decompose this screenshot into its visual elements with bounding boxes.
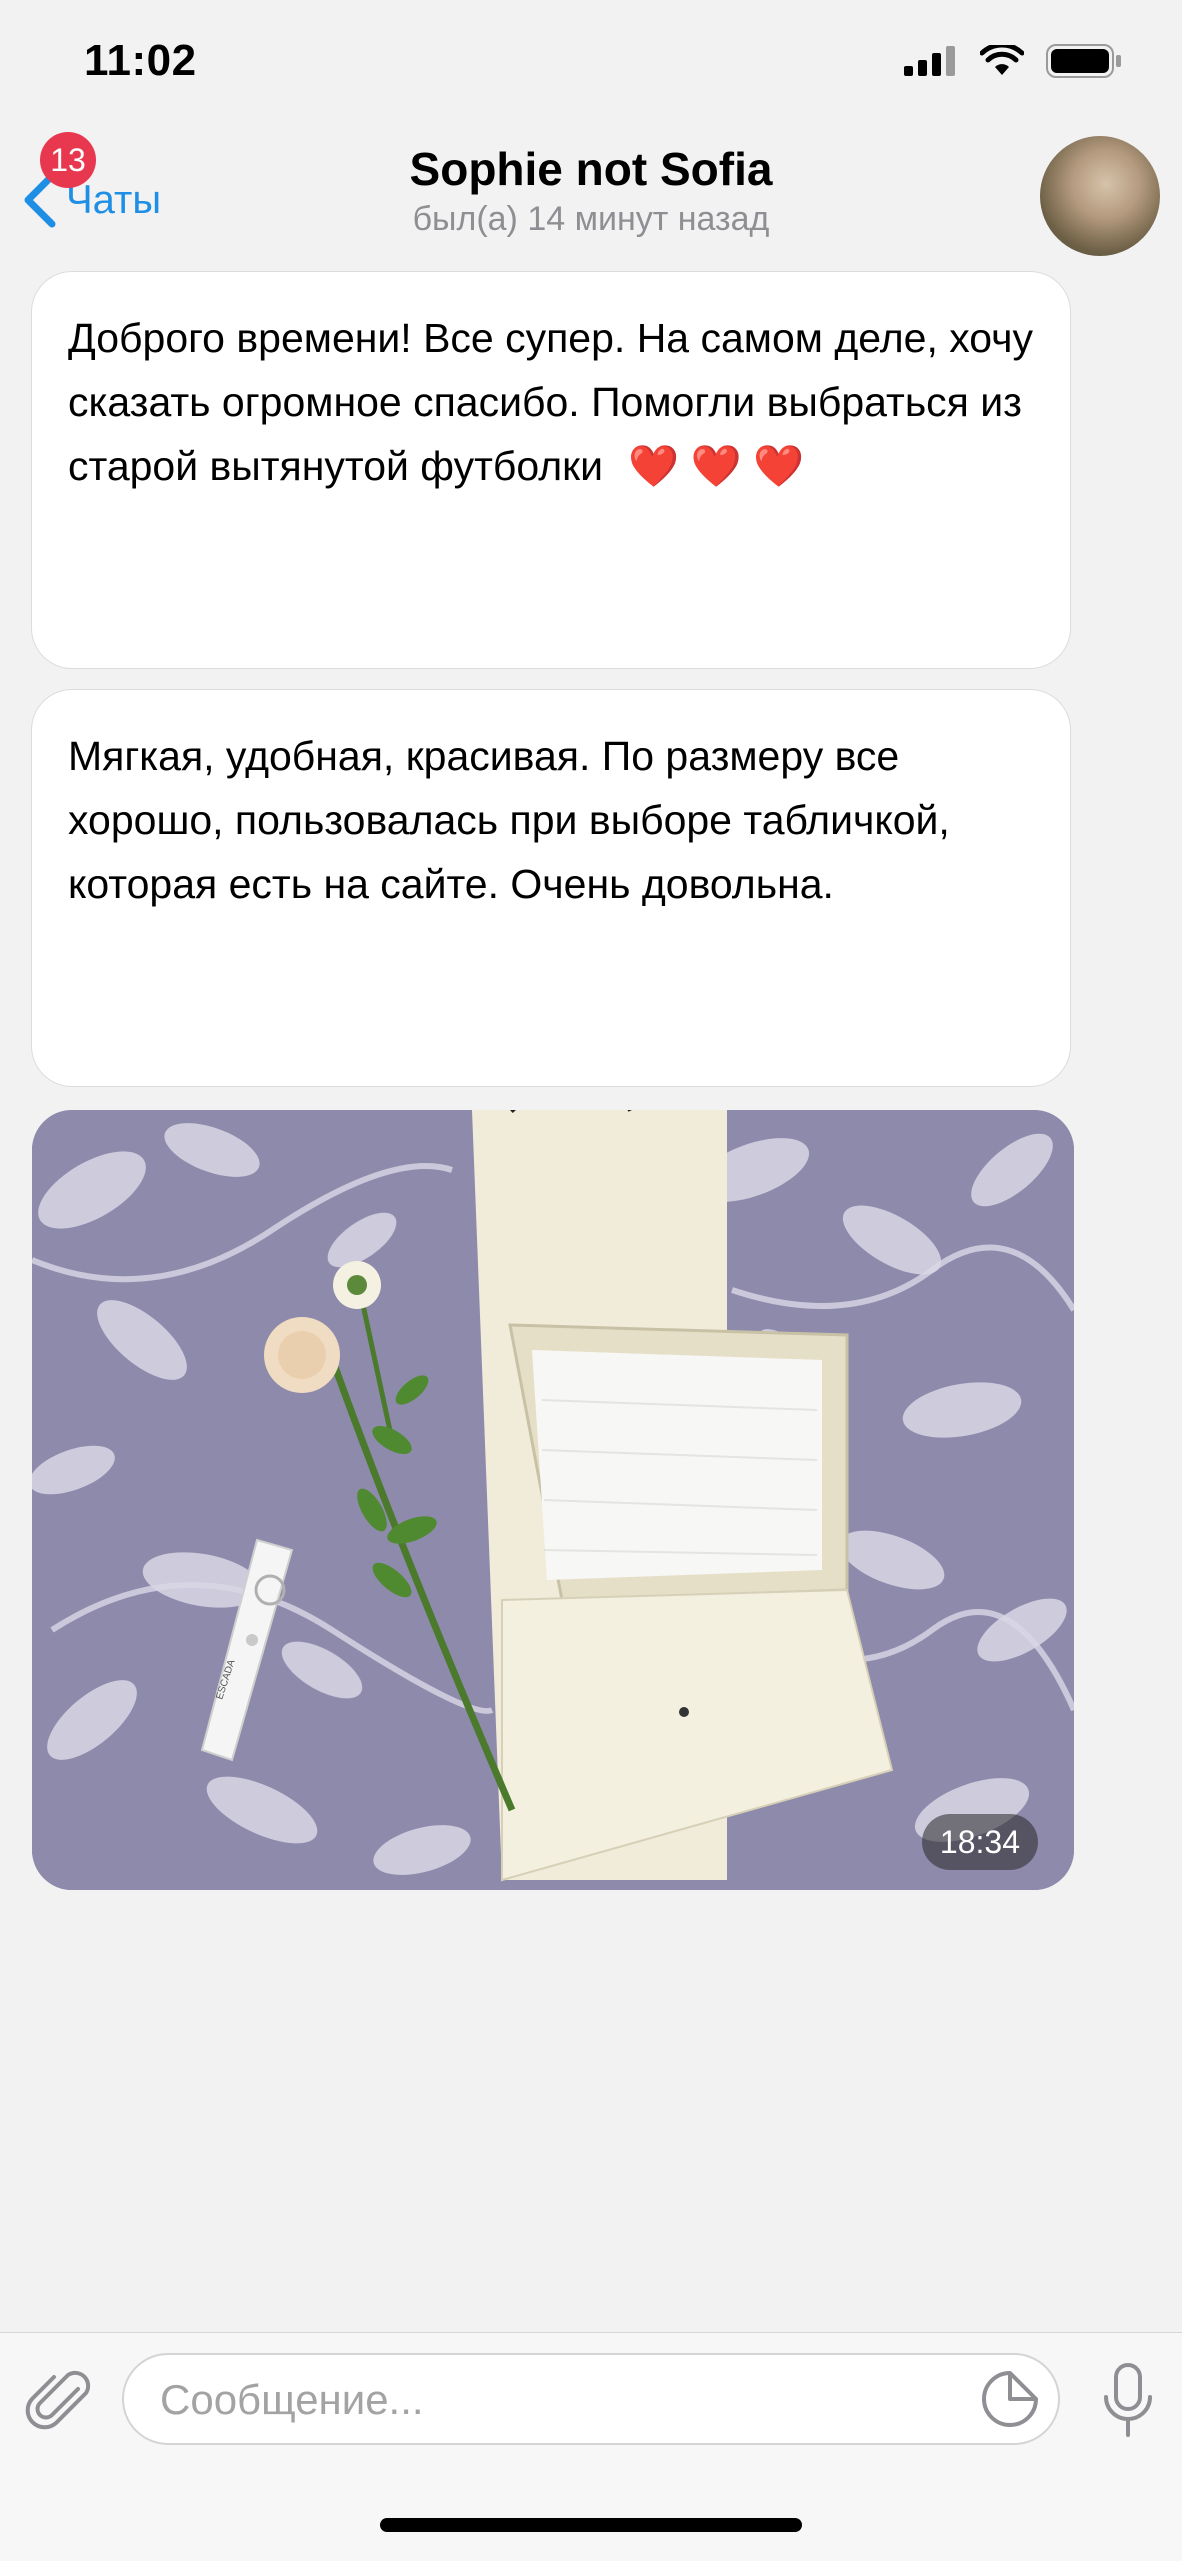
- heart-emoji: ❤️ ❤️ ❤️: [628, 443, 805, 489]
- home-indicator: [380, 2518, 802, 2532]
- microphone-icon[interactable]: [1098, 2361, 1158, 2441]
- photo-image: ESCADA: [32, 1110, 1074, 1890]
- chat-title-block[interactable]: Sophie not Sofia был(а) 14 минут назад: [0, 142, 1182, 239]
- photo-timestamp: 18:34: [921, 1814, 1038, 1870]
- message-bubble[interactable]: Доброго времени! Все супер. На самом дел…: [32, 272, 1070, 668]
- message-input[interactable]: [158, 2369, 962, 2431]
- message-text: Мягкая, удобная, красивая. По размеру вс…: [68, 733, 950, 907]
- chat-header: Чаты 13 Sophie not Sofia был(а) 14 минут…: [0, 120, 1182, 270]
- contact-avatar[interactable]: [1040, 136, 1160, 256]
- message-text: Доброго времени! Все супер. На самом дел…: [68, 315, 1034, 489]
- wifi-icon: [980, 45, 1024, 75]
- contact-name: Sophie not Sofia: [409, 143, 773, 195]
- photo-message[interactable]: ESCADA 18:34: [32, 1110, 1074, 1890]
- status-icons: [904, 44, 1122, 78]
- message-field: [122, 2353, 1060, 2445]
- battery-icon: [1046, 44, 1121, 78]
- sticker-icon[interactable]: [980, 2369, 1040, 2429]
- status-bar: 11:02: [0, 0, 1182, 120]
- message-bubble[interactable]: Мягкая, удобная, красивая. По размеру вс…: [32, 690, 1070, 1086]
- last-seen-status: был(а) 14 минут назад: [412, 200, 770, 238]
- cellular-signal-icon: [904, 46, 955, 76]
- paperclip-icon[interactable]: [24, 2365, 96, 2437]
- status-time: 11:02: [84, 36, 197, 85]
